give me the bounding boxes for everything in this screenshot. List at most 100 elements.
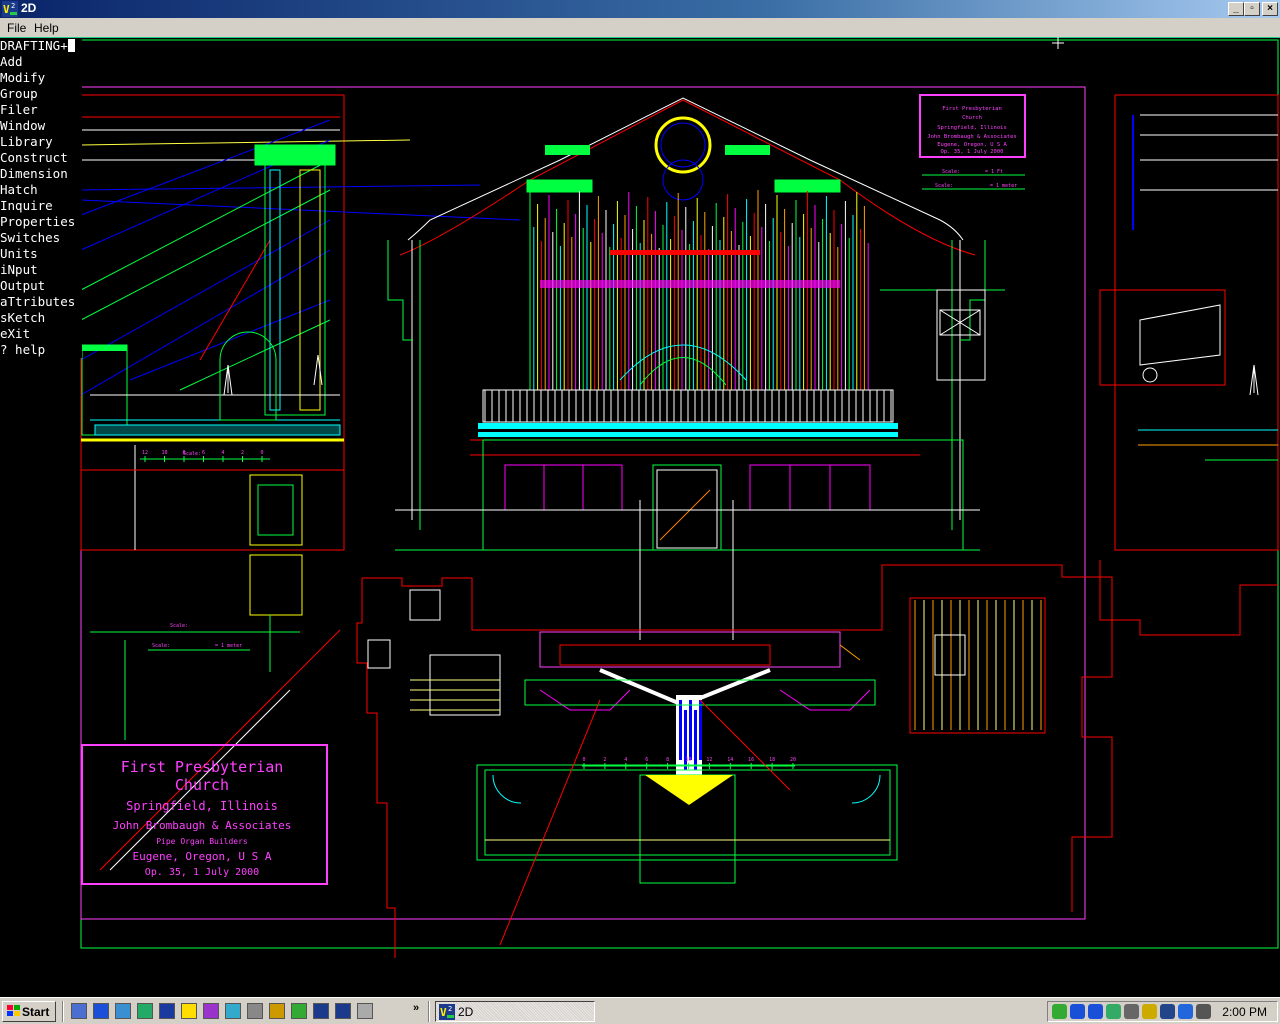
internet-explorer-icon[interactable] [93,1003,109,1019]
cad-menu-item-add[interactable]: Add [0,54,82,70]
tray-app2-icon[interactable] [1070,1004,1085,1019]
svg-text:Scale:: Scale: [935,183,953,189]
svg-text:Springfield, Illinois: Springfield, Illinois [126,799,278,813]
ruler-tick-label: 10 [685,757,691,763]
restore-icon: ▫ [1250,3,1254,14]
cad-menu-item-input[interactable]: iNput [0,262,82,278]
cad-menu-item-modify[interactable]: Modify [0,70,82,86]
ruler-tick-label: 16 [748,757,754,763]
v2-icon[interactable] [313,1003,329,1019]
svg-text:John Brombaugh & Associates: John Brombaugh & Associates [113,819,292,832]
svg-text:Scale:: Scale: [170,623,188,629]
tray-network-icon[interactable] [1196,1004,1211,1019]
show-desktop-icon[interactable] [71,1003,87,1019]
taskbar-window-button[interactable]: V 2 2D [435,1001,595,1022]
plan-hatch [689,700,692,760]
ruler-tick-label: 12 [706,757,712,763]
cad-menu-item-library[interactable]: Library [0,134,82,150]
left-section-elevation [80,94,521,551]
network-icon[interactable] [115,1003,131,1019]
word-icon[interactable] [225,1003,241,1019]
svg-text:2: 2 [448,1005,452,1013]
cad-menu-item-group[interactable]: Group [0,86,82,102]
right-section-elevation [1099,94,1279,636]
svg-text:First Presbyterian: First Presbyterian [121,758,284,776]
start-label: Start [22,1005,50,1019]
tray-ie-icon[interactable] [1088,1004,1103,1019]
cad-menu-item-inquire[interactable]: Inquire [0,198,82,214]
minimize-icon: _ [1233,3,1239,14]
close-icon: × [1267,3,1273,14]
grid-icon[interactable] [357,1003,373,1019]
cad-menu-item-properties[interactable]: Properties [0,214,82,230]
svg-text:= 1 meter: = 1 meter [990,183,1017,189]
refresh-icon[interactable] [291,1003,307,1019]
tray-help-icon[interactable] [1178,1004,1193,1019]
clock[interactable]: 2:00 PM [1222,1005,1267,1019]
utility-icon[interactable] [203,1003,219,1019]
svg-text:Eugene, Oregon, U S A: Eugene, Oregon, U S A [937,142,1007,148]
ruler-tick-label: 10 [161,450,167,456]
scanner-icon[interactable] [137,1003,153,1019]
taskbar-separator [428,1001,430,1022]
cad-menu-header[interactable]: DRAFTING+ [0,38,82,54]
tray-app1-icon[interactable] [1052,1004,1067,1019]
menu-bar: File Help [0,18,1280,37]
svg-text:First Presbyterian: First Presbyterian [942,106,1002,112]
svg-text:= 1 meter: = 1 meter [215,643,242,649]
volume-icon[interactable] [1142,1004,1157,1019]
svg-text:Church: Church [175,776,229,794]
svg-text:Scale:: Scale: [942,169,960,175]
cad-menu-item-window[interactable]: Window [0,118,82,134]
cad-command-menu: DRAFTING+ Add Modify Group Filer Window … [0,38,82,358]
plan-hatch [679,700,682,760]
small-scale-bars: Scale: = 1 Ft Scale: = 1 meter [922,169,1025,190]
ruler-tick-label: 2 [603,757,606,763]
svg-text:Scale:: Scale: [152,643,170,649]
restore-button[interactable]: ▫ [1244,2,1260,16]
cad-menu-item-attributes[interactable]: aTtributes [0,294,82,310]
quick-launch-overflow[interactable]: » [413,1002,419,1014]
ruler-tick-label: 0 [260,450,263,456]
minimize-button[interactable]: _ [1228,2,1244,16]
taskbar: Start » V 2 2D 2:00 PM [0,997,1280,1024]
svg-text:V: V [440,1006,447,1019]
v2-alt-icon[interactable] [335,1003,351,1019]
svg-text:Op. 35, 1 July 2000: Op. 35, 1 July 2000 [145,867,259,878]
cad-menu-item-help[interactable]: ? help [0,342,82,358]
menu-file[interactable]: File [7,21,26,35]
cad-menu-item-exit[interactable]: eXit [0,326,82,342]
svg-text:= 1 Ft: = 1 Ft [985,169,1003,175]
close-button[interactable]: × [1262,2,1278,16]
cad-menu-item-dimension[interactable]: Dimension [0,166,82,182]
tray-disk-icon[interactable] [1124,1004,1139,1019]
cad-menu-item-output[interactable]: Output [0,278,82,294]
folder-network-icon[interactable] [269,1003,285,1019]
cad-menu-item-construct[interactable]: Construct [0,150,82,166]
notepad-icon[interactable] [247,1003,263,1019]
outlook-icon[interactable] [159,1003,175,1019]
media-player-icon[interactable] [181,1003,197,1019]
cad-menu-item-filer[interactable]: Filer [0,102,82,118]
start-button[interactable]: Start [2,1001,56,1022]
task-label: 2D [458,1005,474,1019]
cad-drawing[interactable]: 12 10 8 6 4 2 0 Scale: First Presbyteria… [0,37,1280,997]
cad-menu-item-hatch[interactable]: Hatch [0,182,82,198]
ruler-tick-label: 2 [241,450,244,456]
scale-label: Scale: [183,451,201,457]
tray-monitor-icon[interactable] [1160,1004,1175,1019]
ruler-tick-label: 20 [790,757,796,763]
cad-menu-item-sketch[interactable]: sKetch [0,310,82,326]
svg-text:V: V [3,3,10,16]
svg-text:Op. 35, 1 July 2000: Op. 35, 1 July 2000 [941,149,1004,155]
plan-hatch [694,710,697,770]
cad-menu-item-units[interactable]: Units [0,246,82,262]
svg-text:Springfield, Illinois: Springfield, Illinois [937,125,1007,131]
tray-app3-icon[interactable] [1106,1004,1121,1019]
menu-help[interactable]: Help [34,21,59,35]
svg-text:Eugene, Oregon, U S A: Eugene, Oregon, U S A [132,850,271,863]
cad-menu-item-switches[interactable]: Switches [0,230,82,246]
v2-app-icon: V 2 [2,1,18,17]
windows-logo-icon [7,1005,20,1016]
ruler-tick-label: 4 [221,450,224,456]
